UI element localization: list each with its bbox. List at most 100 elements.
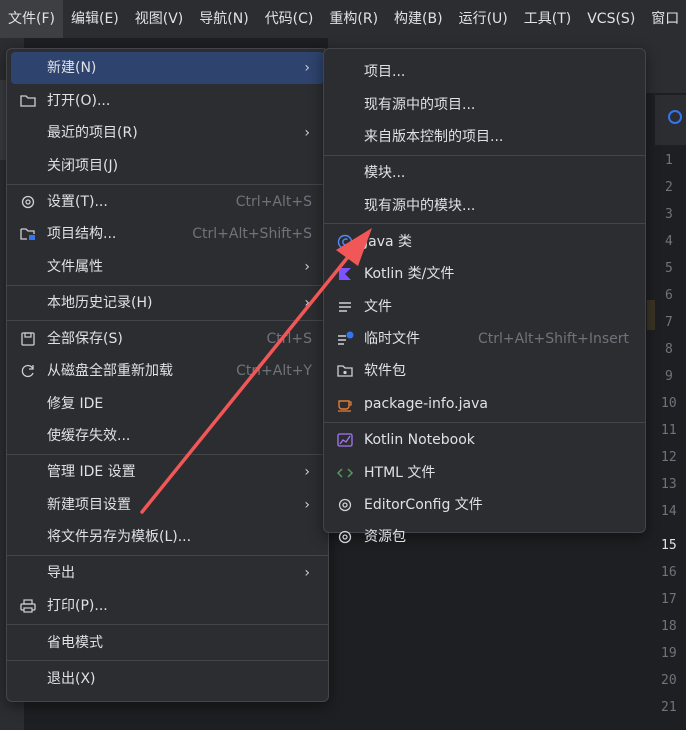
menu-item-label: 打印(P)... [47,598,108,614]
submenu-item-java-class[interactable]: Java 类 [328,226,641,258]
menu-item-file-properties[interactable]: 文件属性 › [11,251,324,283]
menu-separator [7,555,328,556]
chevron-right-icon: › [304,497,310,513]
submenu-item-scratch-file[interactable]: 临时文件 Ctrl+Alt+Shift+Insert [328,323,641,355]
save-icon [21,332,35,346]
submenu-item-package-info[interactable]: package-info.java [328,388,641,420]
menu-item-invalidate-caches[interactable]: 使缓存失效... [11,420,324,452]
text-file-icon [339,302,351,312]
editor-marker [647,300,655,330]
line-number: 20 [661,673,677,688]
submenu-item-project-from-vcs[interactable]: 来自版本控制的项目... [328,121,641,153]
menu-item-label: 软件包 [364,363,406,379]
submenu-item-project[interactable]: 项目... [328,56,641,88]
menu-item-manage-ide-settings[interactable]: 管理 IDE 设置 › [11,456,324,488]
menu-item-label: 从磁盘全部重新加载 [47,363,173,379]
menu-item-label: 打开(O)... [47,93,111,109]
menu-item-label: 来自版本控制的项目... [364,129,504,145]
project-structure-icon [20,228,35,240]
line-number: 18 [661,619,677,634]
menu-item-label: 使缓存失效... [47,428,131,444]
menu-item-close-project[interactable]: 关闭项目(J) [11,150,324,182]
menu-item-repair-ide[interactable]: 修复 IDE [11,388,324,420]
menu-item-export[interactable]: 导出 › [11,557,324,589]
gear-icon [338,498,352,512]
new-submenu: 项目... 现有源中的项目... 来自版本控制的项目... 模块... 现有源中… [323,48,646,545]
kotlin-icon [339,268,351,280]
menu-refactor[interactable]: 重构(R) [321,0,386,38]
menu-item-settings[interactable]: 设置(T)... Ctrl+Alt+S [11,186,324,218]
line-number: 16 [661,565,677,580]
menu-item-label: 文件 [364,299,392,315]
submenu-item-editorconfig[interactable]: EditorConfig 文件 [328,489,641,521]
submenu-item-file[interactable]: 文件 [328,291,641,323]
line-number: 3 [665,207,673,222]
submenu-item-kotlin-class[interactable]: Kotlin 类/文件 [328,258,641,290]
menu-item-open[interactable]: 打开(O)... [11,85,324,117]
shortcut-label: Ctrl+Alt+Shift+S [192,226,312,242]
line-number: 13 [661,477,677,492]
line-number: 1 [665,153,673,168]
refresh-icon [21,364,34,378]
submenu-item-project-from-existing[interactable]: 现有源中的项目... [328,89,641,121]
menu-separator [7,454,328,455]
menu-item-label: 临时文件 [364,331,420,347]
file-menu: 新建(N) › 打开(O)... 最近的项目(R) › 关闭项目(J) 设置(T… [6,48,329,702]
menu-item-label: 现有源中的项目... [364,97,476,113]
menu-item-label: 退出(X) [47,671,96,687]
submenu-item-html-file[interactable]: HTML 文件 [328,457,641,489]
menu-item-label: 项目... [364,64,406,80]
menu-item-save-all[interactable]: 全部保存(S) Ctrl+S [11,323,324,355]
menu-item-label: 关闭项目(J) [47,158,119,174]
menu-item-new[interactable]: 新建(N) › [11,52,324,84]
menu-code[interactable]: 代码(C) [257,0,322,38]
menu-item-label: 新建(N) [47,60,97,76]
menu-navigate[interactable]: 导航(N) [191,0,256,38]
shortcut-label: Ctrl+Alt+Shift+Insert [477,331,629,347]
submenu-item-module[interactable]: 模块... [328,157,641,189]
menu-item-label: 模块... [364,165,406,181]
menu-item-exit[interactable]: 退出(X) [11,663,324,695]
submenu-item-package[interactable]: 软件包 [328,355,641,387]
menu-item-reload-all[interactable]: 从磁盘全部重新加载 Ctrl+Alt+Y [11,355,324,387]
menu-item-label: 设置(T)... [47,194,108,210]
submenu-item-module-from-existing[interactable]: 现有源中的模块... [328,190,641,222]
menu-item-recent-projects[interactable]: 最近的项目(R) › [11,117,324,149]
line-number: 14 [661,504,677,519]
submenu-item-kotlin-notebook[interactable]: Kotlin Notebook [328,424,641,456]
menu-item-label: 导出 [47,565,75,581]
menu-item-label: package-info.java [364,396,488,412]
submenu-item-resource-bundle[interactable]: 资源包 [328,521,641,553]
menu-tools[interactable]: 工具(T) [516,0,579,38]
menu-item-save-as-template[interactable]: 将文件另存为模板(L)... [11,521,324,553]
menu-item-label: Kotlin 类/文件 [364,266,455,282]
shortcut-label: Ctrl+Alt+Y [236,363,312,379]
menu-view[interactable]: 视图(V) [127,0,192,38]
menu-item-power-save[interactable]: 省电模式 [11,627,324,659]
line-number: 12 [661,450,677,465]
menu-item-label: HTML 文件 [364,465,436,481]
chevron-right-icon: › [304,259,310,275]
menu-file[interactable]: 文件(F) [0,0,63,38]
menu-edit[interactable]: 编辑(E) [63,0,127,38]
menu-item-local-history[interactable]: 本地历史记录(H) › [11,287,324,319]
menu-item-label: 资源包 [364,529,406,545]
chevron-right-icon: › [304,565,310,581]
menu-item-project-structure[interactable]: 项目结构... Ctrl+Alt+Shift+S [11,218,324,250]
menu-item-new-project-settings[interactable]: 新建项目设置 › [11,489,324,521]
menu-run[interactable]: 运行(U) [451,0,516,38]
line-number: 8 [665,342,673,357]
line-number: 10 [661,396,677,411]
menu-item-print[interactable]: 打印(P)... [11,590,324,622]
menu-item-label: 本地历史记录(H) [47,295,153,311]
menu-window[interactable]: 窗口 [643,0,686,38]
menu-build[interactable]: 构建(B) [386,0,451,38]
menu-separator [7,285,328,286]
menu-separator [324,155,645,156]
chevron-right-icon: › [304,60,310,76]
chevron-right-icon: › [304,464,310,480]
menu-vcs[interactable]: VCS(S) [579,0,643,38]
line-number: 5 [665,261,673,276]
line-number-gutter: 1 2 3 4 5 6 7 8 9 10 11 12 13 14 15 16 1… [655,145,686,730]
menu-item-label: 现有源中的模块... [364,198,476,214]
